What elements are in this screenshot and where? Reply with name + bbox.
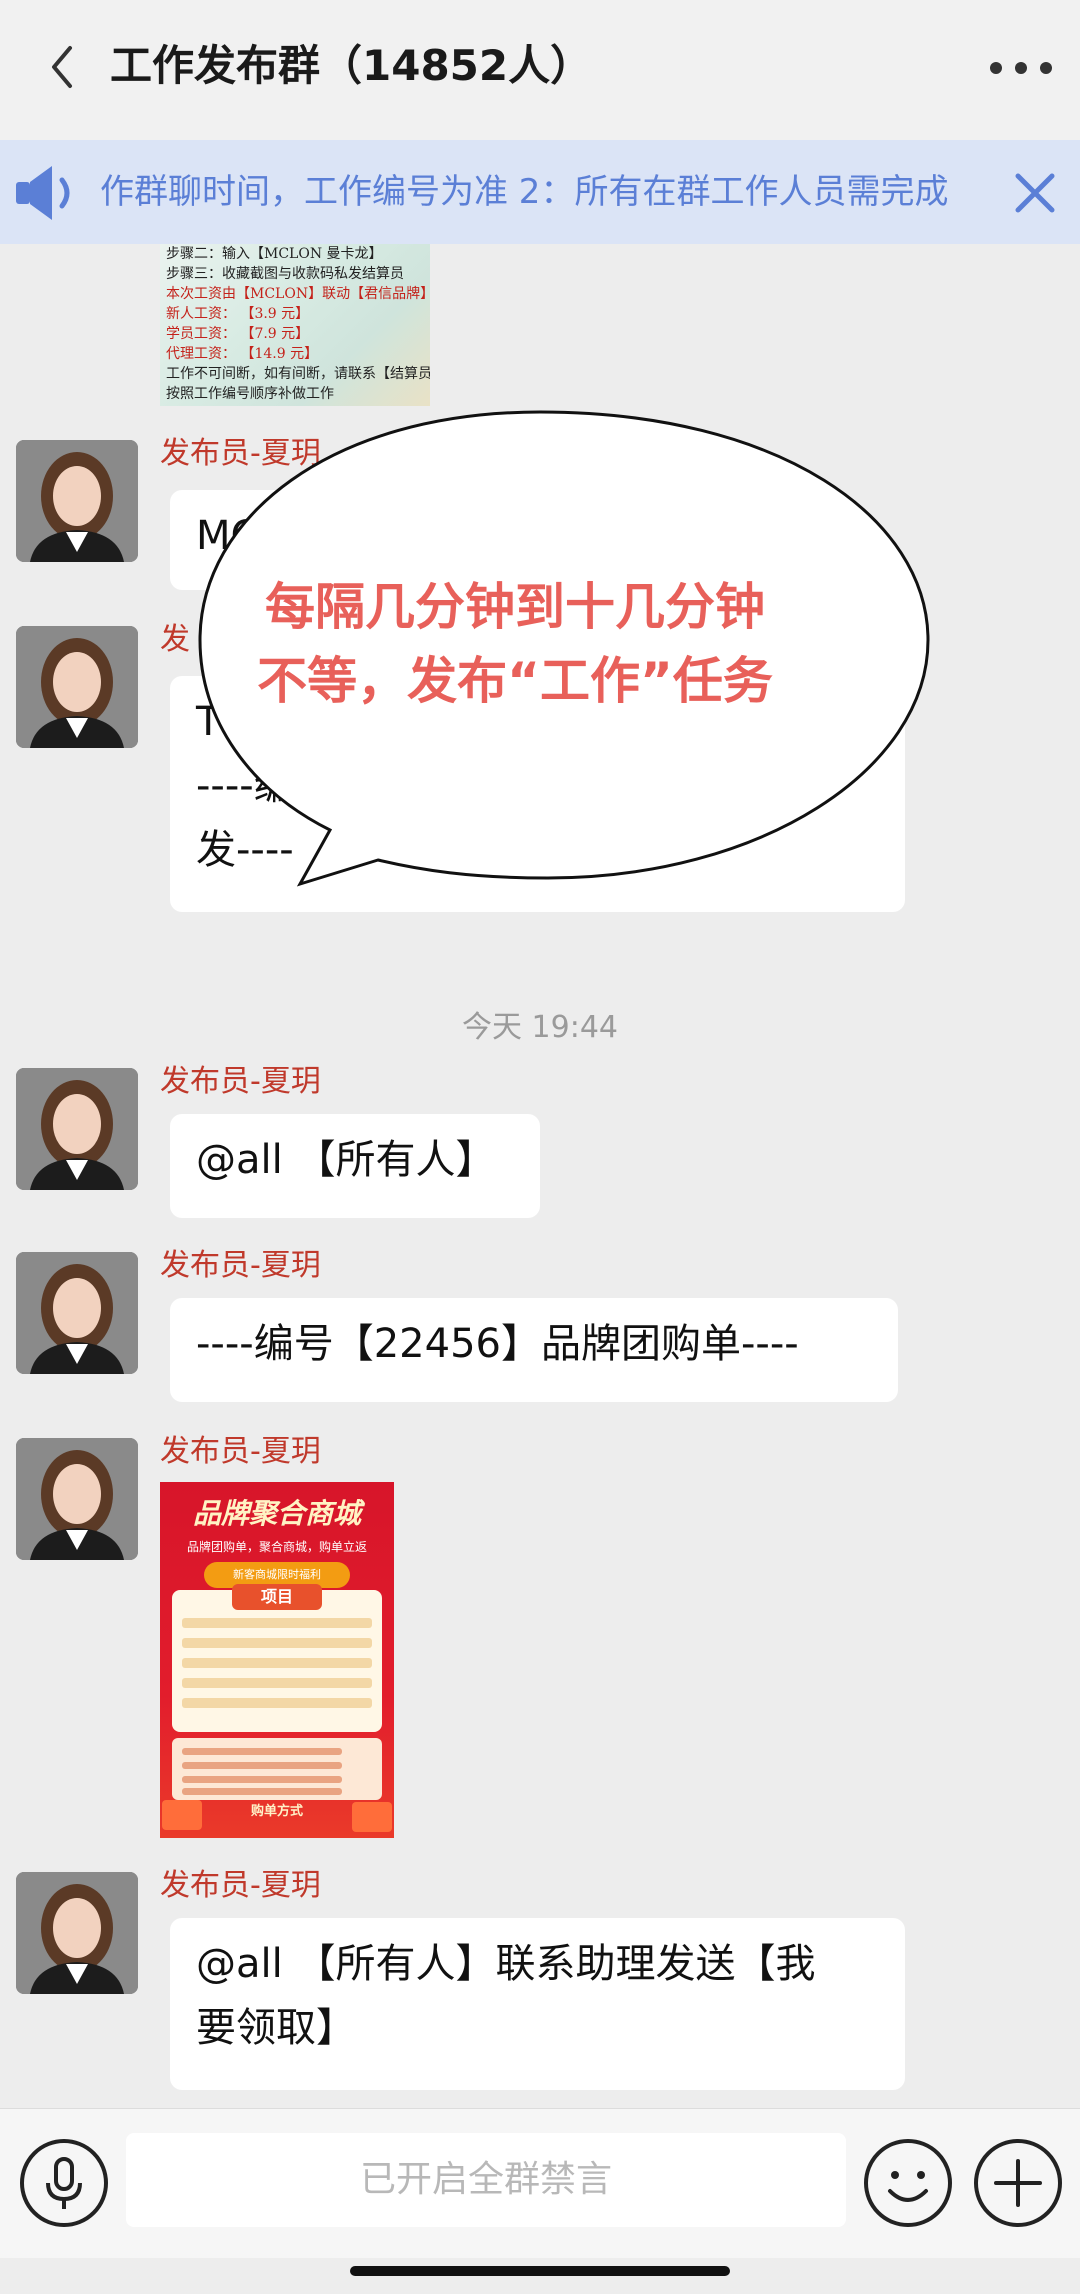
poster-title: 品牌聚合商城 bbox=[192, 1497, 361, 1530]
avatar-portrait-icon bbox=[16, 1068, 138, 1190]
input-bar: 已开启全群禁言 bbox=[0, 2108, 1080, 2258]
poster-rule-line bbox=[182, 1788, 342, 1795]
back-arrow-icon[interactable] bbox=[40, 38, 84, 96]
balloon-line: 每隔几分钟到十几分钟 bbox=[265, 578, 765, 636]
message-bubble[interactable]: @all 【所有人】联系助理发送【我 要领取】 bbox=[170, 1918, 905, 2090]
balloon-caption: 每隔几分钟到十几分钟 不等，发布“工作”任务 bbox=[200, 570, 830, 718]
steps-image-message[interactable]: 步骤二：输入【MCLON 曼卡龙】 步骤三：收藏截图与收款码私发结算员 本次工资… bbox=[160, 244, 430, 406]
avatar[interactable] bbox=[16, 440, 138, 562]
poster-project-card: 项目 bbox=[172, 1584, 382, 1732]
chat-screen: { "header": {"title": "工作发布群（14852人）"}, … bbox=[0, 0, 1080, 2294]
steps-line: 代理工资： 【14.9 元】 bbox=[166, 346, 319, 362]
speaker-icon bbox=[16, 166, 70, 220]
gift-icon bbox=[352, 1802, 392, 1832]
poster-rule-line bbox=[182, 1776, 342, 1783]
sender-name: 发布员-夏玥 bbox=[160, 1064, 321, 1099]
message-bubble[interactable]: @all 【所有人】 bbox=[170, 1114, 540, 1218]
message-line: @all 【所有人】联系助理发送【我 bbox=[196, 1941, 816, 1987]
close-icon[interactable] bbox=[1010, 168, 1060, 218]
message-line: 发---- bbox=[196, 827, 294, 873]
avatar[interactable] bbox=[16, 1872, 138, 1994]
message-input[interactable]: 已开启全群禁言 bbox=[126, 2133, 846, 2227]
poster-subtitle: 品牌团购单，聚合商城，购单立返 bbox=[186, 1540, 367, 1554]
emoji-icon[interactable] bbox=[862, 2137, 954, 2229]
chat-title: 工作发布群（14852人） bbox=[110, 41, 593, 90]
avatar[interactable] bbox=[16, 1068, 138, 1190]
poster-row bbox=[182, 1618, 372, 1628]
home-indicator[interactable] bbox=[350, 2266, 730, 2276]
add-more-icon[interactable] bbox=[972, 2137, 1064, 2229]
message-line: 要领取】 bbox=[196, 2005, 356, 2051]
avatar[interactable] bbox=[16, 626, 138, 748]
message-timestamp: 今天 19:44 bbox=[462, 1010, 618, 1045]
avatar-portrait-icon bbox=[16, 1872, 138, 1994]
steps-line: 工作不可间断，如有间断，请联系【结算员】 bbox=[166, 366, 430, 382]
message-line: ----编 bbox=[196, 763, 294, 809]
sender-name: 发布员-夏玥 bbox=[160, 436, 321, 471]
sender-name: 发 bbox=[160, 622, 190, 657]
message-bubble[interactable]: ----编号【22456】品牌团购单---- bbox=[170, 1298, 898, 1402]
steps-line: 步骤二：输入【MCLON 曼卡龙】 bbox=[166, 246, 383, 262]
sender-name: 发布员-夏玥 bbox=[160, 1248, 321, 1283]
avatar[interactable] bbox=[16, 1438, 138, 1560]
poster-row bbox=[182, 1698, 372, 1708]
steps-line: 本次工资由【MCLON】联动【君信品牌】发放 bbox=[166, 286, 430, 302]
poster-rule-line bbox=[182, 1762, 342, 1769]
poster-activity-rules bbox=[172, 1738, 382, 1800]
avatar-portrait-icon bbox=[16, 1438, 138, 1560]
steps-line: 步骤三：收藏截图与收款码私发结算员 bbox=[166, 266, 404, 282]
avatar-portrait-icon bbox=[16, 626, 138, 748]
announcement-text: 作群聊时间，工作编号为准 2：所有在群工作人员需完成 bbox=[100, 172, 949, 212]
poster-row bbox=[182, 1638, 372, 1648]
steps-line: 按照工作编号顺序补做工作 bbox=[166, 386, 334, 402]
steps-line: 新人工资： 【3.9 元】 bbox=[166, 306, 310, 322]
poster-image-message[interactable]: 品牌聚合商城 品牌团购单，聚合商城，购单立返 新客商城限时福利 项目 购单方式 bbox=[160, 1482, 394, 1838]
chat-header: 工作发布群（14852人） bbox=[0, 0, 1080, 140]
avatar-portrait-icon bbox=[16, 1252, 138, 1374]
poster-project-heading: 项目 bbox=[232, 1584, 322, 1610]
group-announcement-bar[interactable]: 作群聊时间，工作编号为准 2：所有在群工作人员需完成 bbox=[0, 140, 1080, 244]
poster-row bbox=[182, 1658, 372, 1668]
balloon-line: 不等，发布“工作”任务 bbox=[257, 652, 773, 710]
steps-line: 学员工资： 【7.9 元】 bbox=[166, 326, 310, 342]
voice-input-icon[interactable] bbox=[18, 2137, 110, 2229]
poster-row bbox=[182, 1678, 372, 1688]
more-options-icon[interactable] bbox=[986, 48, 1056, 88]
sender-name: 发布员-夏玥 bbox=[160, 1434, 321, 1469]
avatar-portrait-icon bbox=[16, 440, 138, 562]
gift-icon bbox=[162, 1800, 202, 1830]
sender-name: 发布员-夏玥 bbox=[160, 1868, 321, 1903]
poster-rule-line bbox=[182, 1748, 342, 1755]
avatar[interactable] bbox=[16, 1252, 138, 1374]
